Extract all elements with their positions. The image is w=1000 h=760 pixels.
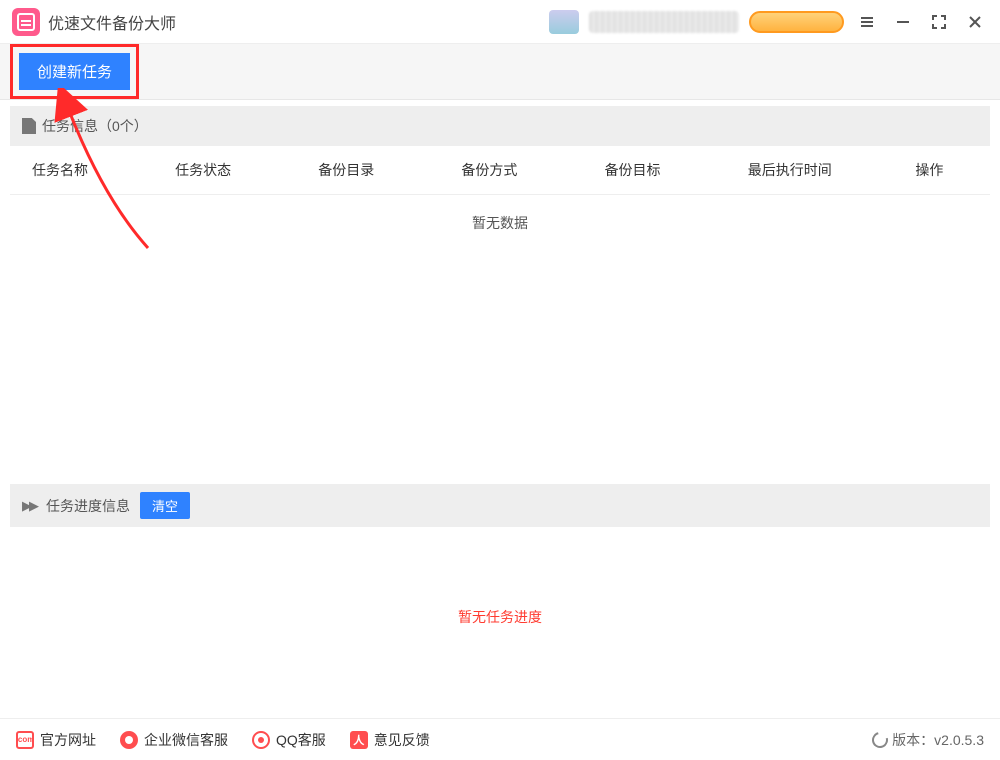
col-task-status: 任务状态 — [153, 160, 296, 180]
site-icon: .com — [16, 731, 34, 749]
footer-version: 版本： v2.0.5.3 — [872, 730, 984, 750]
title-bar-right — [549, 9, 988, 35]
col-backup-dest: 备份目标 — [583, 160, 726, 180]
upgrade-pill-button[interactable] — [749, 11, 844, 33]
hamburger-icon — [860, 15, 874, 29]
footer-qq-label: QQ客服 — [276, 730, 326, 750]
col-task-name: 任务名称 — [10, 160, 153, 180]
footer: .com 官方网址 企业微信客服 QQ客服 人 意见反馈 版本： v2.0.5.… — [0, 718, 1000, 760]
app-title: 优速文件备份大师 — [48, 10, 176, 34]
footer-official-site[interactable]: .com 官方网址 — [16, 730, 96, 750]
task-info-header-text: 任务信息（0个） — [42, 116, 148, 136]
minimize-button[interactable] — [890, 9, 916, 35]
footer-wechat-support[interactable]: 企业微信客服 — [120, 730, 228, 750]
wechat-icon — [120, 731, 138, 749]
toolbar: 创建新任务 — [0, 44, 1000, 100]
file-icon — [22, 118, 36, 134]
task-info-panel: 任务信息（0个） 任务名称 任务状态 备份目录 备份方式 备份目标 最后执行时间… — [10, 106, 990, 478]
footer-feedback-label: 意见反馈 — [374, 730, 430, 750]
obscured-text-chip — [589, 11, 739, 33]
refresh-icon[interactable] — [869, 729, 891, 751]
feedback-icon: 人 — [350, 731, 368, 749]
fullscreen-button[interactable] — [926, 9, 952, 35]
footer-feedback[interactable]: 人 意见反馈 — [350, 730, 430, 750]
minimize-icon — [896, 15, 910, 29]
title-bar: 优速文件备份大师 — [0, 0, 1000, 44]
fullscreen-icon — [932, 15, 946, 29]
col-last-run: 最后执行时间 — [726, 160, 869, 180]
version-value: v2.0.5.3 — [934, 732, 984, 748]
task-progress-panel: ▶▶ 任务进度信息 清空 暂无任务进度 — [10, 484, 990, 707]
col-backup-dir: 备份目录 — [296, 160, 439, 180]
task-progress-header-text: 任务进度信息 — [46, 496, 130, 516]
task-table-empty: 暂无数据 — [10, 195, 990, 243]
col-actions: 操作 — [869, 160, 990, 180]
footer-site-label: 官方网址 — [40, 730, 96, 750]
footer-wechat-label: 企业微信客服 — [144, 730, 228, 750]
qq-icon — [252, 731, 270, 749]
app-logo-icon — [12, 8, 40, 36]
footer-qq-support[interactable]: QQ客服 — [252, 730, 326, 750]
close-button[interactable] — [962, 9, 988, 35]
task-progress-header: ▶▶ 任务进度信息 清空 — [10, 484, 990, 527]
task-table-header: 任务名称 任务状态 备份目录 备份方式 备份目标 最后执行时间 操作 — [10, 146, 990, 195]
annotation-highlight-box: 创建新任务 — [10, 44, 139, 99]
task-progress-empty: 暂无任务进度 — [458, 607, 542, 627]
clear-progress-button[interactable]: 清空 — [140, 492, 190, 519]
partner-logo-icon — [549, 10, 579, 34]
task-table-body — [10, 243, 990, 478]
version-label: 版本： — [892, 730, 934, 750]
fast-forward-icon: ▶▶ — [22, 498, 36, 514]
task-info-header: 任务信息（0个） — [10, 106, 990, 146]
task-progress-body: 暂无任务进度 — [10, 527, 990, 707]
create-task-button[interactable]: 创建新任务 — [19, 53, 130, 90]
col-backup-mode: 备份方式 — [439, 160, 582, 180]
close-icon — [968, 15, 982, 29]
menu-button[interactable] — [854, 9, 880, 35]
